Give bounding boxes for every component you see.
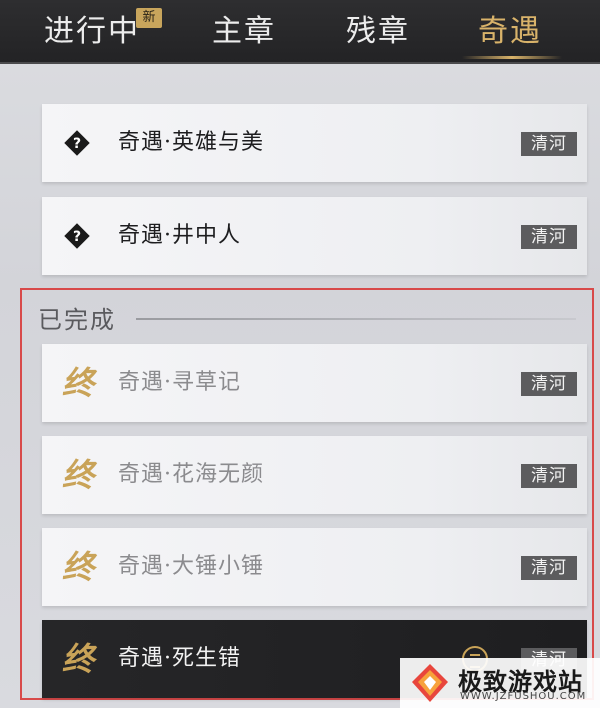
svg-text:?: ? (73, 136, 81, 152)
tab-encounter[interactable]: 奇遇 (478, 10, 542, 54)
quest-title: 奇遇·寻草记 (118, 370, 241, 395)
site-logo-icon (412, 664, 448, 702)
tab-bar: 进行中 新 主章 残章 奇遇 (0, 0, 600, 64)
completed-quest-item[interactable]: 终 奇遇·花海无颜 清河 (42, 436, 587, 514)
quest-title: 奇遇·大锤小锤 (118, 554, 264, 579)
section-divider (136, 318, 576, 320)
quest-item[interactable]: ? 奇遇·井中人 清河 (42, 197, 587, 275)
location-badge: 清河 (521, 225, 577, 249)
diamond-question-icon: ? (64, 223, 90, 249)
new-badge: 新 (136, 8, 162, 28)
end-mark-icon: 终 (62, 364, 95, 402)
location-badge: 清河 (521, 464, 577, 488)
completed-quest-item[interactable]: 终 奇遇·寻草记 清河 (42, 344, 587, 422)
quest-title: 奇遇·井中人 (118, 223, 241, 248)
quest-title: 奇遇·死生错 (118, 646, 241, 671)
location-badge: 清河 (521, 132, 577, 156)
tab-in-progress[interactable]: 进行中 (44, 10, 140, 54)
end-mark-icon: 终 (62, 548, 95, 586)
quest-item[interactable]: ? 奇遇·英雄与美 清河 (42, 104, 587, 182)
tab-main-chapter[interactable]: 主章 (212, 10, 276, 54)
diamond-question-icon: ? (64, 130, 90, 156)
site-url: WWW.JZFUSHOU.COM (460, 691, 587, 702)
quest-title: 奇遇·花海无颜 (118, 462, 264, 487)
location-badge: 清河 (521, 372, 577, 396)
tab-fragment-chapter[interactable]: 残章 (346, 10, 410, 54)
location-badge: 清河 (521, 556, 577, 580)
quest-title: 奇遇·英雄与美 (118, 130, 264, 155)
completed-quest-item[interactable]: 终 奇遇·大锤小锤 清河 (42, 528, 587, 606)
completed-section-label: 已完成 (38, 306, 116, 334)
end-mark-icon: 终 (62, 640, 95, 678)
active-tab-indicator (462, 56, 562, 59)
watermark: 极致游戏站 WWW.JZFUSHOU.COM (400, 658, 600, 708)
svg-text:?: ? (73, 229, 81, 245)
end-mark-icon: 终 (62, 456, 95, 494)
